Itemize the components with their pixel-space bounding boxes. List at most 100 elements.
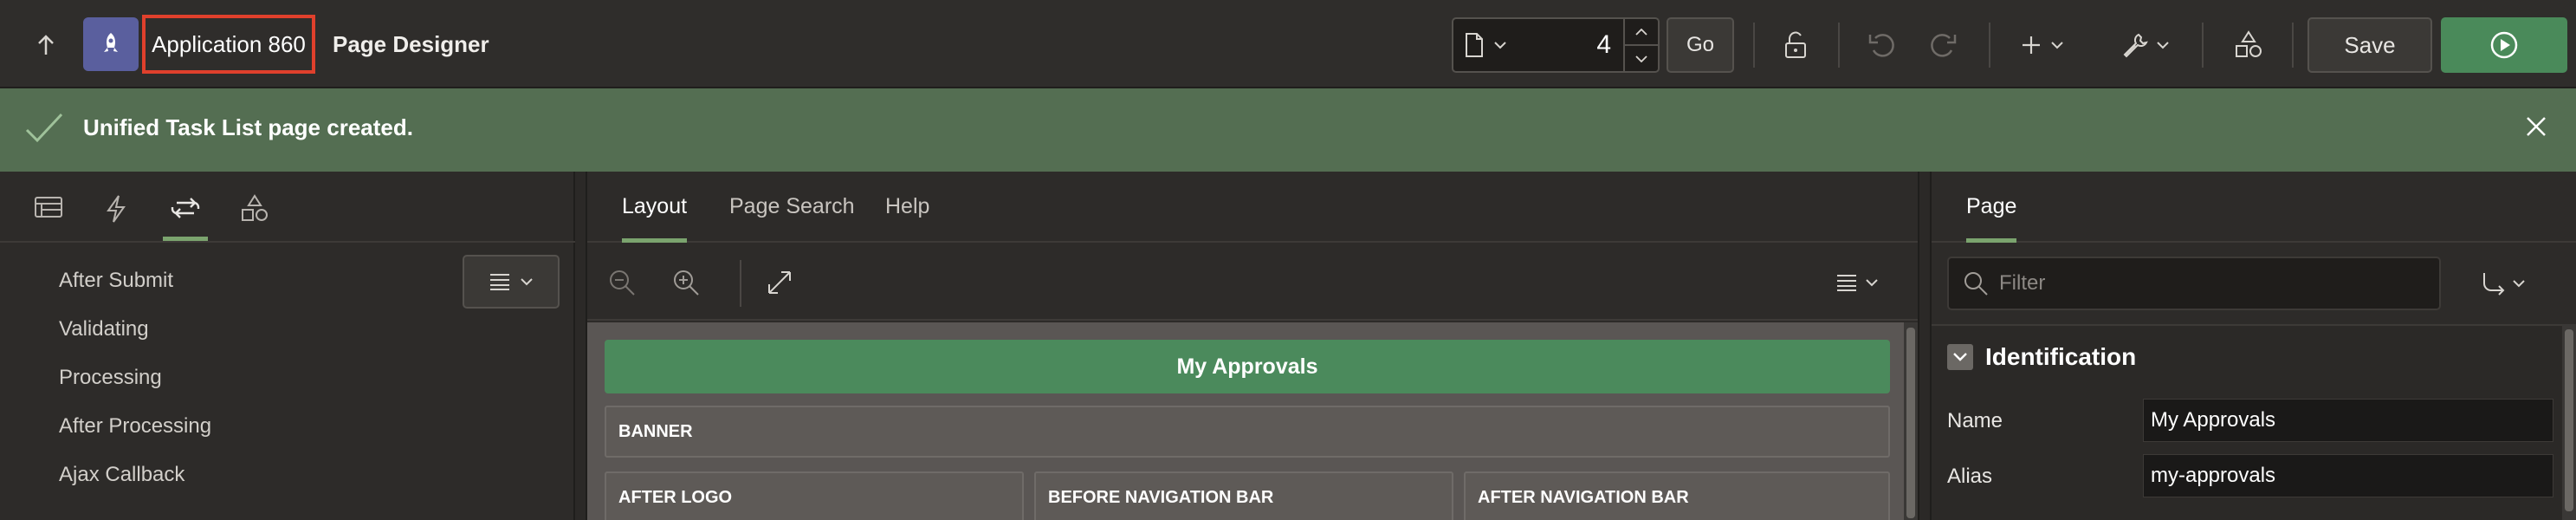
page-number-stepper[interactable] <box>1623 19 1658 71</box>
property-editor: Page Identification Name My Approvals Al… <box>1930 172 2576 520</box>
zoom-in-button[interactable] <box>663 260 709 305</box>
filter-field[interactable] <box>1947 257 2441 310</box>
toolbar-divider <box>740 260 741 307</box>
chevron-up-icon <box>1635 28 1647 36</box>
undo-button[interactable] <box>1854 17 1909 73</box>
filter-input[interactable] <box>1999 271 2432 296</box>
shared-components-button[interactable] <box>2217 17 2280 73</box>
increment-button[interactable] <box>1625 19 1658 46</box>
processing-icon <box>171 198 200 218</box>
run-page-button[interactable] <box>2441 17 2567 73</box>
decrement-button[interactable] <box>1625 46 1658 71</box>
properties-list: Identification Name My Approvals Alias m… <box>1932 324 2564 520</box>
page-title-region[interactable]: My Approvals <box>605 340 1890 393</box>
go-to-icon <box>2483 273 2505 296</box>
left-pane-tabs <box>0 172 575 243</box>
app-icon-button[interactable] <box>83 17 139 71</box>
tab-help[interactable]: Help <box>885 194 929 243</box>
toolbar-divider <box>1989 23 1990 68</box>
after-navigation-bar-region[interactable]: AFTER NAVIGATION BAR <box>1464 471 1890 520</box>
toolbar-divider <box>1838 23 1840 68</box>
tree-node-after-submit[interactable]: After Submit <box>59 269 173 293</box>
chevron-down-icon <box>2157 42 2169 49</box>
tab-shared-components[interactable] <box>232 187 277 241</box>
expand-button[interactable] <box>757 260 802 305</box>
center-pane: Layout Page Search Help My Approvals BAN… <box>586 172 1919 520</box>
scrollbar-thumb[interactable] <box>2565 329 2573 511</box>
page-number-input[interactable]: 4 <box>1540 19 1616 71</box>
tab-dynamic-actions[interactable] <box>94 187 139 241</box>
chevron-down-icon <box>1635 55 1647 62</box>
shapes-icon <box>242 194 268 221</box>
menu-lines-icon <box>490 274 509 290</box>
before-navigation-bar-region[interactable]: BEFORE NAVIGATION BAR <box>1034 471 1453 520</box>
properties-scrollbar[interactable] <box>2562 324 2576 520</box>
group-title: Identification <box>1985 343 2137 370</box>
toolbar-divider <box>2292 23 2294 68</box>
after-logo-region[interactable]: AFTER LOGO <box>605 471 1024 520</box>
name-label: Name <box>1947 409 2003 432</box>
tab-rendering[interactable] <box>26 187 71 241</box>
utilities-menu-button[interactable] <box>2108 17 2183 73</box>
identification-group-header[interactable]: Identification <box>1947 343 2136 371</box>
go-button[interactable]: Go <box>1667 17 1734 73</box>
collapse-toggle[interactable] <box>1947 344 1973 370</box>
canvas-scrollbar[interactable] <box>1904 322 1918 520</box>
chevron-down-icon <box>1866 279 1878 287</box>
plus-icon <box>2023 36 2040 54</box>
right-pane-tabs: Page <box>1932 172 2576 243</box>
tab-processing[interactable] <box>163 187 208 241</box>
notification-message: Unified Task List page created. <box>83 114 413 140</box>
success-notification: Unified Task List page created. <box>0 88 2576 172</box>
expand-icon <box>768 271 791 294</box>
tab-layout[interactable]: Layout <box>622 194 688 243</box>
page-selector[interactable]: 4 <box>1452 17 1660 73</box>
rendering-icon <box>35 197 62 218</box>
chevron-down-icon <box>1494 42 1506 49</box>
go-to-group-button[interactable] <box>2441 257 2566 310</box>
create-menu-button[interactable] <box>2008 17 2077 73</box>
tab-page-search[interactable]: Page Search <box>729 194 855 243</box>
menu-lines-icon <box>1837 275 1856 291</box>
tree-node-validating[interactable]: Validating <box>59 317 149 341</box>
toolbar-divider <box>1753 23 1755 68</box>
rocket-icon <box>104 33 118 52</box>
layout-menu-button[interactable] <box>1828 260 1887 305</box>
wrench-icon <box>2123 33 2148 58</box>
arrow-up-icon <box>38 35 54 55</box>
redo-icon <box>1931 34 1957 57</box>
page-type-dropdown[interactable] <box>1464 19 1530 71</box>
play-icon <box>2490 31 2518 59</box>
application-name-link[interactable]: Application 860 <box>142 15 315 74</box>
page-lock-button[interactable] <box>1767 17 1824 73</box>
tree-menu-button[interactable] <box>463 255 560 309</box>
lightning-icon <box>107 195 126 223</box>
zoom-out-button[interactable] <box>599 260 644 305</box>
tab-page[interactable]: Page <box>1966 194 2017 243</box>
chevron-down-icon <box>521 278 533 286</box>
tree-node-ajax-callback[interactable]: Ajax Callback <box>59 463 184 487</box>
scrollbar-thumb[interactable] <box>1906 328 1915 518</box>
banner-region[interactable]: BANNER <box>605 406 1890 458</box>
layout-canvas[interactable]: My Approvals BANNER AFTER LOGO BEFORE NA… <box>587 322 1907 520</box>
chevron-down-icon <box>2051 42 2063 49</box>
zoom-out-icon <box>610 270 635 296</box>
zoom-in-icon <box>674 270 699 296</box>
center-pane-tabs: Layout Page Search Help <box>587 172 1918 243</box>
checkmark-icon <box>25 113 63 143</box>
search-icon <box>1964 272 1988 296</box>
tree-node-processing[interactable]: Processing <box>59 366 162 390</box>
page-icon <box>1466 33 1483 57</box>
redo-button[interactable] <box>1916 17 1971 73</box>
layout-toolbar <box>587 243 1918 321</box>
up-arrow-button[interactable] <box>19 19 73 71</box>
alias-label: Alias <box>1947 465 1993 488</box>
chevron-down-icon <box>2513 280 2525 288</box>
name-field[interactable]: My Approvals <box>2143 399 2553 442</box>
alias-field[interactable]: my-approvals <box>2143 454 2553 497</box>
tree-node-after-processing[interactable]: After Processing <box>59 414 211 439</box>
toolbar-divider <box>2202 23 2204 68</box>
close-icon[interactable] <box>2522 113 2550 140</box>
save-button[interactable]: Save <box>2307 17 2432 73</box>
undo-icon <box>1868 34 1894 57</box>
